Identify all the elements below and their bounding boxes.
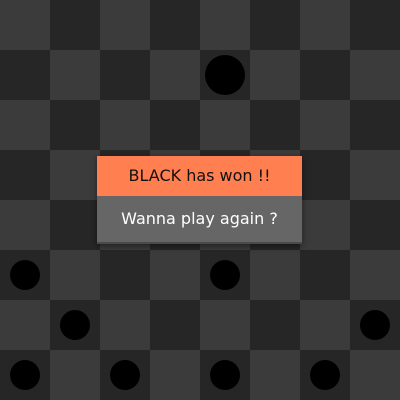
board-square[interactable] [100, 50, 150, 100]
board-square[interactable] [100, 350, 150, 400]
board-square[interactable] [0, 350, 50, 400]
board-square[interactable] [250, 250, 300, 300]
board-square[interactable] [150, 50, 200, 100]
board-square[interactable] [300, 200, 350, 250]
board-square[interactable] [350, 0, 400, 50]
board-square[interactable] [150, 350, 200, 400]
board-square[interactable] [150, 300, 200, 350]
board-square[interactable] [350, 300, 400, 350]
black-piece[interactable] [60, 310, 90, 340]
play-again-button[interactable]: Wanna play again ? [97, 196, 302, 244]
board-square[interactable] [250, 300, 300, 350]
board-square[interactable] [0, 100, 50, 150]
board-square[interactable] [350, 50, 400, 100]
black-piece[interactable] [110, 360, 140, 390]
board-square[interactable] [100, 100, 150, 150]
board-square[interactable] [0, 300, 50, 350]
board-square[interactable] [300, 50, 350, 100]
board-square[interactable] [200, 300, 250, 350]
board-square[interactable] [200, 0, 250, 50]
board-square[interactable] [0, 150, 50, 200]
board-square[interactable] [300, 300, 350, 350]
board-square[interactable] [250, 0, 300, 50]
board-square[interactable] [50, 150, 100, 200]
board-square[interactable] [300, 150, 350, 200]
board-square[interactable] [350, 250, 400, 300]
board-square[interactable] [0, 250, 50, 300]
black-piece[interactable] [10, 260, 40, 290]
board-square[interactable] [200, 50, 250, 100]
board-square[interactable] [50, 100, 100, 150]
board-square[interactable] [100, 250, 150, 300]
black-piece[interactable] [360, 310, 390, 340]
board-square[interactable] [150, 0, 200, 50]
black-piece[interactable] [210, 260, 240, 290]
board-square[interactable] [50, 0, 100, 50]
board-square[interactable] [0, 50, 50, 100]
board-square[interactable] [0, 0, 50, 50]
board-square[interactable] [300, 250, 350, 300]
game-over-dialog: BLACK has won !! Wanna play again ? [97, 156, 302, 244]
board-square[interactable] [50, 350, 100, 400]
board-square[interactable] [200, 350, 250, 400]
winner-message: BLACK has won !! [97, 156, 302, 196]
board-square[interactable] [300, 350, 350, 400]
black-king-piece[interactable] [205, 55, 245, 95]
board-square[interactable] [300, 100, 350, 150]
board-square[interactable] [350, 350, 400, 400]
board-square[interactable] [50, 300, 100, 350]
black-piece[interactable] [210, 360, 240, 390]
board-square[interactable] [50, 50, 100, 100]
board-square[interactable] [350, 200, 400, 250]
board-square[interactable] [150, 250, 200, 300]
board-square[interactable] [150, 100, 200, 150]
board-square[interactable] [100, 0, 150, 50]
board-square[interactable] [300, 0, 350, 50]
board-square[interactable] [0, 200, 50, 250]
board-square[interactable] [50, 200, 100, 250]
board-square[interactable] [250, 50, 300, 100]
board-square[interactable] [100, 300, 150, 350]
board-square[interactable] [200, 100, 250, 150]
board-square[interactable] [250, 350, 300, 400]
board-square[interactable] [200, 250, 250, 300]
board-square[interactable] [50, 250, 100, 300]
board-square[interactable] [350, 150, 400, 200]
board-square[interactable] [250, 100, 300, 150]
black-piece[interactable] [10, 360, 40, 390]
black-piece[interactable] [310, 360, 340, 390]
board-square[interactable] [350, 100, 400, 150]
